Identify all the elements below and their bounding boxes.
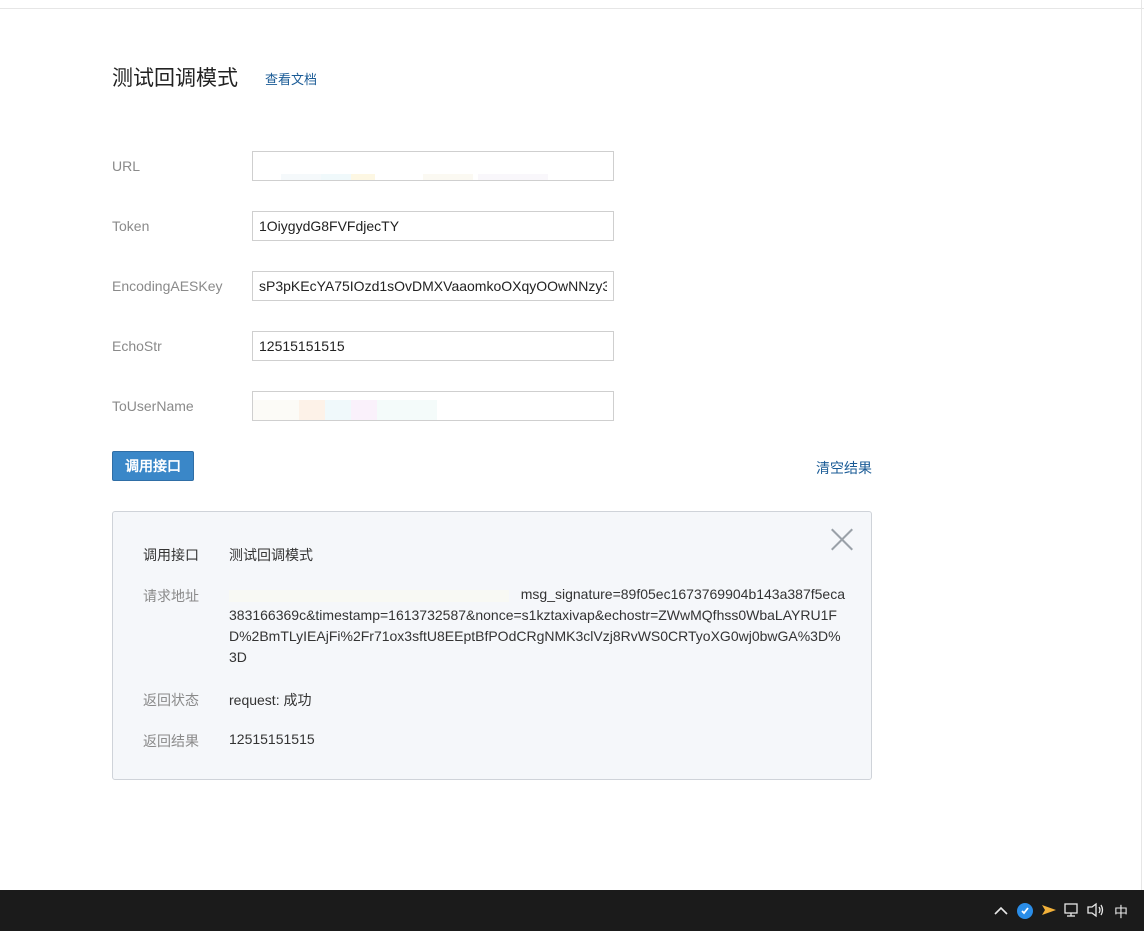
result-value: 12515151515 — [229, 731, 315, 747]
chevron-up-icon[interactable] — [994, 902, 1008, 918]
volume-icon[interactable] — [1087, 902, 1105, 921]
redacted-blur — [321, 174, 351, 180]
redacted-blur — [299, 400, 325, 420]
call-api-button[interactable]: 调用接口 — [112, 451, 194, 481]
redacted-blur — [351, 400, 377, 420]
request-url-rest: 383166369c&timestamp=1613732587&nonce=s1… — [229, 607, 841, 665]
token-input[interactable] — [252, 211, 614, 241]
echostr-input[interactable] — [252, 331, 614, 361]
paper-plane-icon[interactable] — [1042, 903, 1056, 920]
to-user-name-input[interactable] — [252, 391, 614, 421]
redacted-blur — [351, 174, 375, 180]
result-label: 返回结果 — [143, 733, 199, 749]
right-divider — [1141, 0, 1142, 890]
request-url-head: msg_signature=89f05ec1673769904b143a387f… — [520, 586, 845, 602]
top-divider — [0, 8, 1144, 9]
api-value: 测试回调模式 — [229, 547, 313, 563]
close-icon[interactable] — [831, 529, 853, 551]
redacted-blur — [377, 400, 437, 420]
url-input[interactable] — [252, 151, 614, 181]
taskbar: 中 — [0, 890, 1144, 931]
redacted-blur — [253, 400, 299, 420]
echostr-label: EchoStr — [112, 338, 162, 354]
url-label: URL — [112, 158, 141, 174]
status-label: 返回状态 — [143, 692, 199, 708]
page-title: 测试回调模式 — [112, 67, 238, 90]
result-panel: 调用接口 测试回调模式 请求地址 msg_signature=89f05ec16… — [112, 511, 872, 780]
to-user-name-label: ToUserName — [112, 398, 194, 414]
security-shield-icon[interactable] — [1017, 903, 1033, 922]
clear-results-link[interactable]: 清空结果 — [816, 458, 872, 478]
network-icon[interactable] — [1064, 902, 1082, 921]
redacted-blur — [281, 174, 321, 180]
token-label: Token — [112, 218, 150, 234]
status-value: request: 成功 — [229, 692, 312, 708]
redacted-blur — [478, 174, 548, 180]
ime-indicator[interactable]: 中 — [1114, 902, 1128, 922]
request-url-value: msg_signature=89f05ec1673769904b143a387f… — [229, 584, 845, 668]
encoding-aes-key-input[interactable] — [252, 271, 614, 301]
redacted-blur — [423, 174, 473, 180]
redacted-blur — [325, 400, 351, 420]
encoding-aes-key-label: EncodingAESKey — [112, 278, 223, 294]
request-url-label: 请求地址 — [143, 588, 199, 604]
view-docs-link[interactable]: 查看文档 — [265, 69, 317, 88]
api-label: 调用接口 — [143, 547, 199, 563]
